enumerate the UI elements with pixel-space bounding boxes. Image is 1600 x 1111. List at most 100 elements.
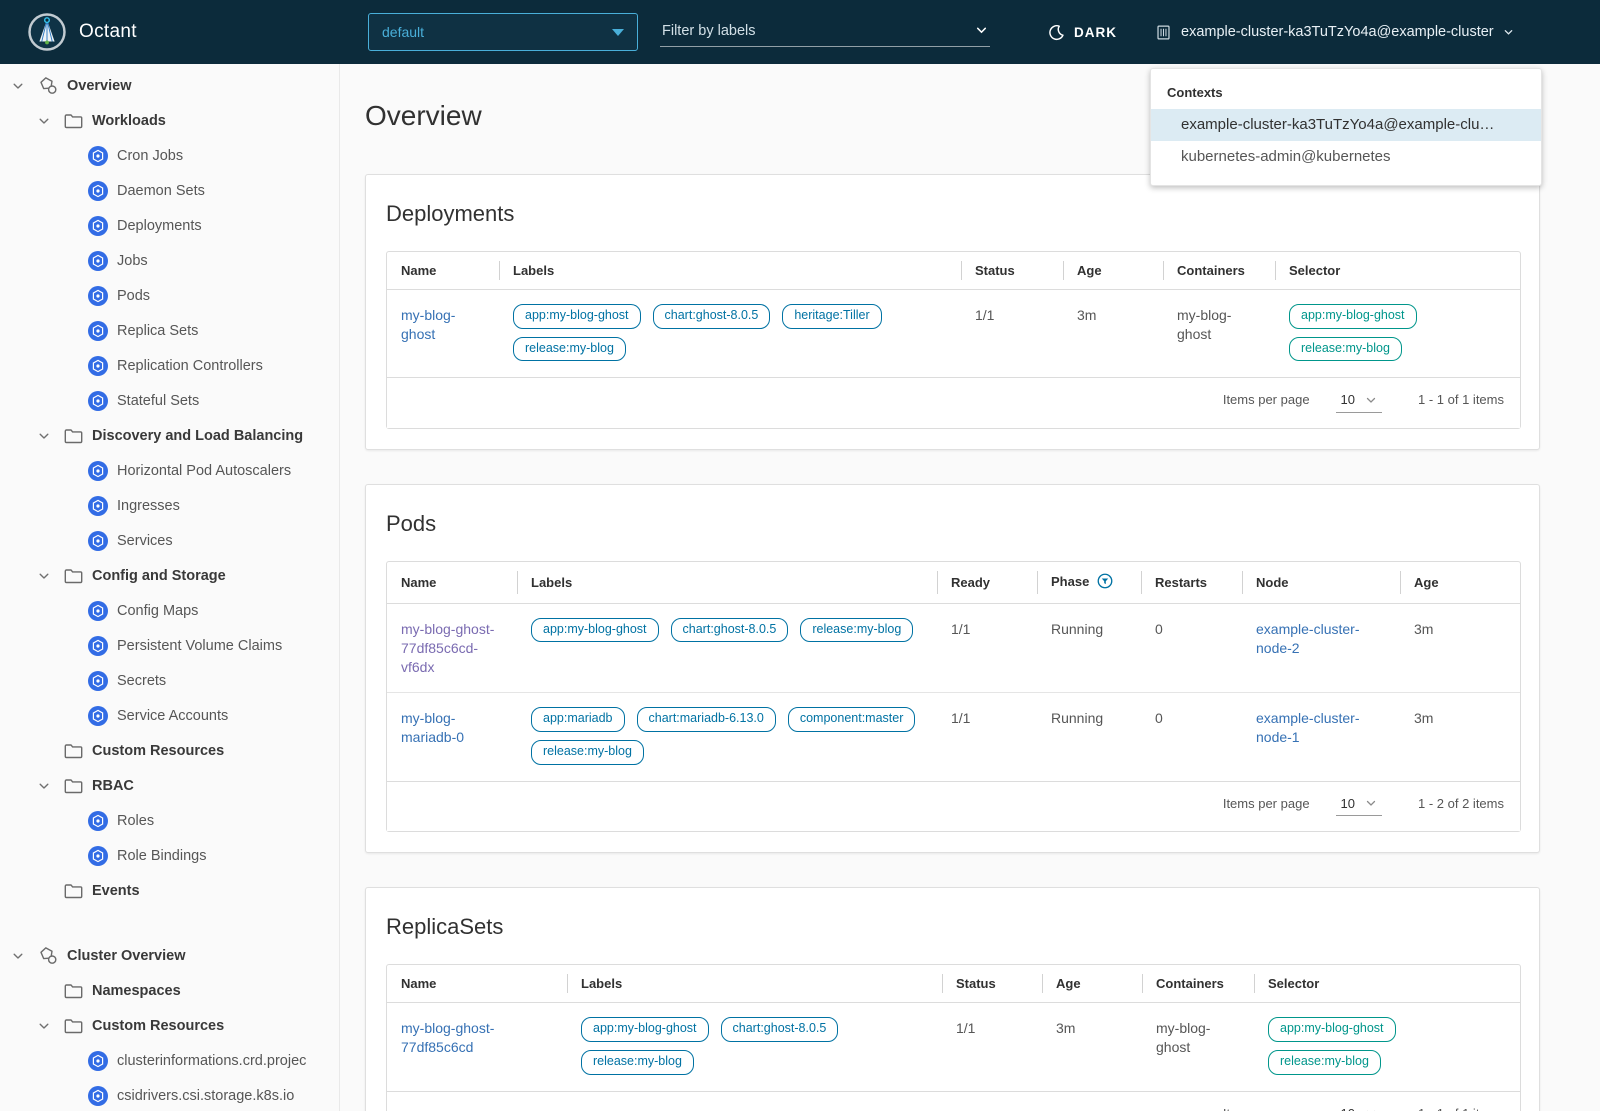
column-header-selector[interactable]: Selector	[1275, 252, 1520, 290]
label-tag: app:mariadb	[531, 707, 625, 733]
chevron-down-icon[interactable]	[38, 430, 64, 442]
resource-link[interactable]: my-blog-ghost-77df85c6cd-vf6dx	[401, 621, 494, 675]
column-header-age[interactable]: Age	[1400, 562, 1520, 604]
sidebar-item-pods[interactable]: Pods	[0, 278, 339, 313]
chevron-down-icon[interactable]	[975, 24, 988, 42]
filter-labels-input[interactable]	[660, 20, 990, 47]
column-header-age[interactable]: Age	[1042, 965, 1142, 1004]
sidebar-item-cluster-overview[interactable]: Cluster Overview	[0, 938, 339, 973]
column-header-label: Labels	[513, 263, 555, 278]
chevron-down-icon[interactable]	[38, 115, 64, 127]
table-cell: 1/1	[956, 1020, 976, 1037]
table-header-row: Name Labels Ready Phase Restarts Node Age	[387, 562, 1520, 604]
table-cell: example-cluster-node-1	[1242, 692, 1400, 780]
sidebar-item-custom-resources[interactable]: Custom Resources	[0, 1008, 339, 1043]
chevron-down-icon[interactable]	[12, 80, 38, 92]
sidebar-item-custom-resources[interactable]: Custom Resources	[0, 733, 339, 768]
items-per-page-select[interactable]: 10	[1335, 391, 1383, 413]
dark-theme-toggle[interactable]: DARK	[1048, 0, 1117, 64]
column-header-labels[interactable]: Labels	[499, 252, 961, 290]
sidebar-item-replica-sets[interactable]: Replica Sets	[0, 313, 339, 348]
namespace-select[interactable]: default	[368, 13, 638, 51]
k8s-hpa-icon	[88, 460, 108, 481]
sidebar-item-stateful-sets[interactable]: Stateful Sets	[0, 383, 339, 418]
label-tag: chart:ghost-8.0.5	[670, 617, 789, 643]
sidebar-item-replication-controllers[interactable]: Replication Controllers	[0, 348, 339, 383]
column-header-node[interactable]: Node	[1242, 562, 1400, 604]
column-header-age[interactable]: Age	[1063, 252, 1163, 290]
column-header-labels[interactable]: Labels	[567, 965, 942, 1004]
filter-icon[interactable]	[1097, 573, 1113, 592]
chevron-down-icon	[1365, 394, 1377, 406]
column-header-label: Name	[401, 574, 437, 590]
sidebar-item-namespaces[interactable]: Namespaces	[0, 973, 339, 1008]
sidebar-item-services[interactable]: Services	[0, 523, 339, 558]
sidebar-item-service-accounts[interactable]: Service Accounts	[0, 698, 339, 733]
pagination-row: Items per page 10 1 - 1 of 1 items	[387, 377, 1520, 428]
column-header-labels[interactable]: Labels	[517, 562, 937, 604]
k8s-configmap-icon	[88, 600, 108, 621]
sidebar-item-label: Stateful Sets	[117, 392, 200, 409]
sidebar-item-csidrivers-csi-storage-k8s-io[interactable]: csidrivers.csi.storage.k8s.io	[0, 1078, 339, 1111]
sidebar-item-role-bindings[interactable]: Role Bindings	[0, 838, 339, 873]
sidebar-item-deployments[interactable]: Deployments	[0, 208, 339, 243]
app-title: Octant	[79, 21, 137, 42]
context-switcher[interactable]: example-cluster-ka3TuTzYo4a@example-clus…	[1155, 0, 1514, 64]
resource-link[interactable]: my-blog-mariadb-0	[401, 710, 464, 745]
table-cell: my-blog-mariadb-0	[387, 692, 517, 780]
chevron-down-icon[interactable]	[12, 950, 38, 962]
items-per-page-select[interactable]: 10	[1336, 1105, 1382, 1111]
sidebar-item-workloads[interactable]: Workloads	[0, 103, 339, 138]
chevron-down-icon[interactable]	[38, 780, 64, 792]
sidebar-item-roles[interactable]: Roles	[0, 803, 339, 838]
context-menu-item[interactable]: example-cluster-ka3TuTzYo4a@example-clu…	[1151, 109, 1541, 141]
chevron-down-icon[interactable]	[38, 1020, 64, 1032]
sidebar-item-label: Ingresses	[117, 497, 180, 514]
table-cell: 3m	[1056, 1020, 1076, 1037]
sidebar-item-rbac[interactable]: RBAC	[0, 768, 339, 803]
sidebar-item-horizontal-pod-autoscalers[interactable]: Horizontal Pod Autoscalers	[0, 453, 339, 488]
column-header-name[interactable]: Name	[387, 252, 499, 290]
column-header-ready[interactable]: Ready	[937, 562, 1037, 604]
resource-link[interactable]: my-blog-ghost-77df85c6cd	[401, 1020, 494, 1055]
sidebar-item-clusterinformations-crd-projec[interactable]: clusterinformations.crd.projec	[0, 1043, 339, 1078]
column-header-containers[interactable]: Containers	[1163, 252, 1275, 290]
column-header-restarts[interactable]: Restarts	[1141, 562, 1242, 604]
column-header-phase[interactable]: Phase	[1037, 562, 1141, 604]
column-header-name[interactable]: Name	[387, 965, 567, 1004]
sidebar-item-jobs[interactable]: Jobs	[0, 243, 339, 278]
column-header-name[interactable]: Name	[387, 562, 517, 604]
sidebar-item-config-and-storage[interactable]: Config and Storage	[0, 558, 339, 593]
column-header-label: Status	[975, 263, 1015, 278]
chevron-down-icon[interactable]	[38, 570, 64, 582]
column-header-label: Restarts	[1155, 574, 1208, 590]
column-header-status[interactable]: Status	[942, 965, 1042, 1004]
items-per-page-label: Items per page	[1222, 392, 1310, 408]
context-menu-item[interactable]: kubernetes-admin@kubernetes	[1151, 141, 1541, 173]
sidebar-item-secrets[interactable]: Secrets	[0, 663, 339, 698]
data-table: Name Labels Status Age Containers Selector my-…	[386, 251, 1521, 429]
sidebar-item-events[interactable]: Events	[0, 873, 339, 908]
items-per-page-select[interactable]: 10	[1335, 795, 1383, 817]
sidebar-item-ingresses[interactable]: Ingresses	[0, 488, 339, 523]
chevron-down-icon	[612, 28, 624, 36]
resource-link[interactable]: my-blog-ghost	[401, 307, 455, 342]
sidebar-item-config-maps[interactable]: Config Maps	[0, 593, 339, 628]
column-header-selector[interactable]: Selector	[1254, 965, 1520, 1004]
resource-link[interactable]: example-cluster-node-1	[1256, 710, 1359, 745]
folder-icon	[64, 1018, 83, 1034]
column-header-label: Phase	[1051, 573, 1090, 589]
sidebar-item-cron-jobs[interactable]: Cron Jobs	[0, 138, 339, 173]
sidebar-item-label: Daemon Sets	[117, 182, 205, 199]
column-header-status[interactable]: Status	[961, 252, 1063, 290]
overview-icon	[38, 76, 58, 95]
column-header-containers[interactable]: Containers	[1142, 965, 1254, 1004]
sidebar-item-label: Cron Jobs	[117, 147, 184, 164]
sidebar-item-label: Replica Sets	[117, 322, 199, 339]
sidebar-item-daemon-sets[interactable]: Daemon Sets	[0, 173, 339, 208]
k8s-crd-icon	[88, 1085, 108, 1106]
sidebar-item-persistent-volume-claims[interactable]: Persistent Volume Claims	[0, 628, 339, 663]
sidebar-item-discovery-and-load-balancing[interactable]: Discovery and Load Balancing	[0, 418, 339, 453]
sidebar-item-overview[interactable]: Overview	[0, 68, 339, 103]
resource-link[interactable]: example-cluster-node-2	[1256, 621, 1359, 656]
